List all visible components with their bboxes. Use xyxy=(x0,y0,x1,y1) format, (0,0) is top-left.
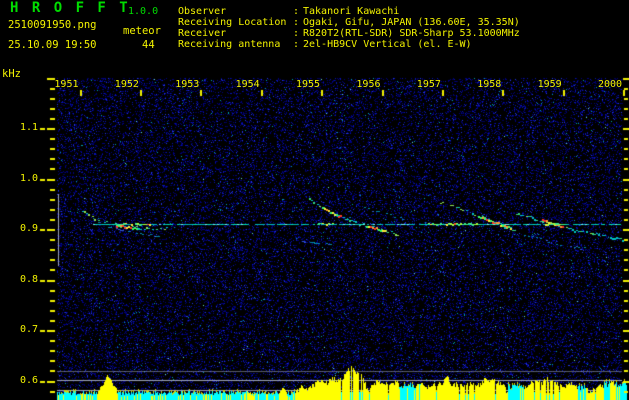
hrofft-window: H R O F F T 1.0.0 2510091950.png meteor … xyxy=(0,0,629,400)
info-value: Takanori Kawachi xyxy=(303,6,400,17)
app-title: H R O F F T xyxy=(10,0,131,16)
info-row-observer: Observer: Takanori Kawachi xyxy=(178,6,399,17)
version-label: 1.0.0 xyxy=(128,6,159,17)
time-axis-label: 1956 xyxy=(356,79,381,90)
freq-axis-label: 1.1 xyxy=(19,122,38,133)
filename-label: 2510091950.png xyxy=(8,19,97,31)
time-axis-label: 1951 xyxy=(54,79,79,90)
info-value: Ogaki, Gifu, JAPAN (136.60E, 35.35N) xyxy=(303,17,520,28)
time-axis-label: 1958 xyxy=(477,79,502,90)
freq-axis-label: 0.8 xyxy=(19,274,38,285)
freq-axis-unit-label: kHz xyxy=(2,68,21,80)
freq-axis-label: 1.0 xyxy=(19,173,38,184)
time-axis-label: 1954 xyxy=(235,79,260,90)
mode-label: meteor xyxy=(123,25,161,37)
info-label: Receiver xyxy=(178,28,227,39)
info-row-receiver: Receiver: R820T2(RTL-SDR) SDR-Sharp 53.10… xyxy=(178,28,520,39)
time-axis-label: 1952 xyxy=(114,79,139,90)
time-axis-label: 1959 xyxy=(537,79,562,90)
time-axis-label: 1953 xyxy=(175,79,200,90)
spectrogram-canvas xyxy=(0,0,629,400)
info-colon: : xyxy=(293,17,300,28)
time-axis-label: 2000 xyxy=(598,79,623,90)
info-value: 2el-HB9CV Vertical (el. E-W) xyxy=(303,39,472,50)
info-colon: : xyxy=(293,6,300,17)
datetime-label: 25.10.09 19:50 xyxy=(8,39,97,51)
info-label: Observer xyxy=(178,6,227,17)
info-colon: : xyxy=(293,39,300,50)
meteor-count: 44 xyxy=(142,39,155,51)
freq-axis-label: 0.9 xyxy=(19,223,38,234)
info-label: Receiving antenna xyxy=(178,39,281,50)
info-row-receiving-location: Receiving Location: Ogaki, Gifu, JAPAN (1… xyxy=(178,17,520,28)
info-colon: : xyxy=(293,28,300,39)
info-label: Receiving Location xyxy=(178,17,287,28)
info-value: R820T2(RTL-SDR) SDR-Sharp 53.1000MHz xyxy=(303,28,520,39)
info-row-receiving-antenna: Receiving antenna:2el-HB9CV Vertical (el… xyxy=(178,39,472,50)
freq-axis-label: 0.7 xyxy=(19,324,38,335)
time-axis-label: 1957 xyxy=(416,79,441,90)
freq-axis-label: 0.6 xyxy=(19,375,38,386)
time-axis-label: 1955 xyxy=(296,79,321,90)
